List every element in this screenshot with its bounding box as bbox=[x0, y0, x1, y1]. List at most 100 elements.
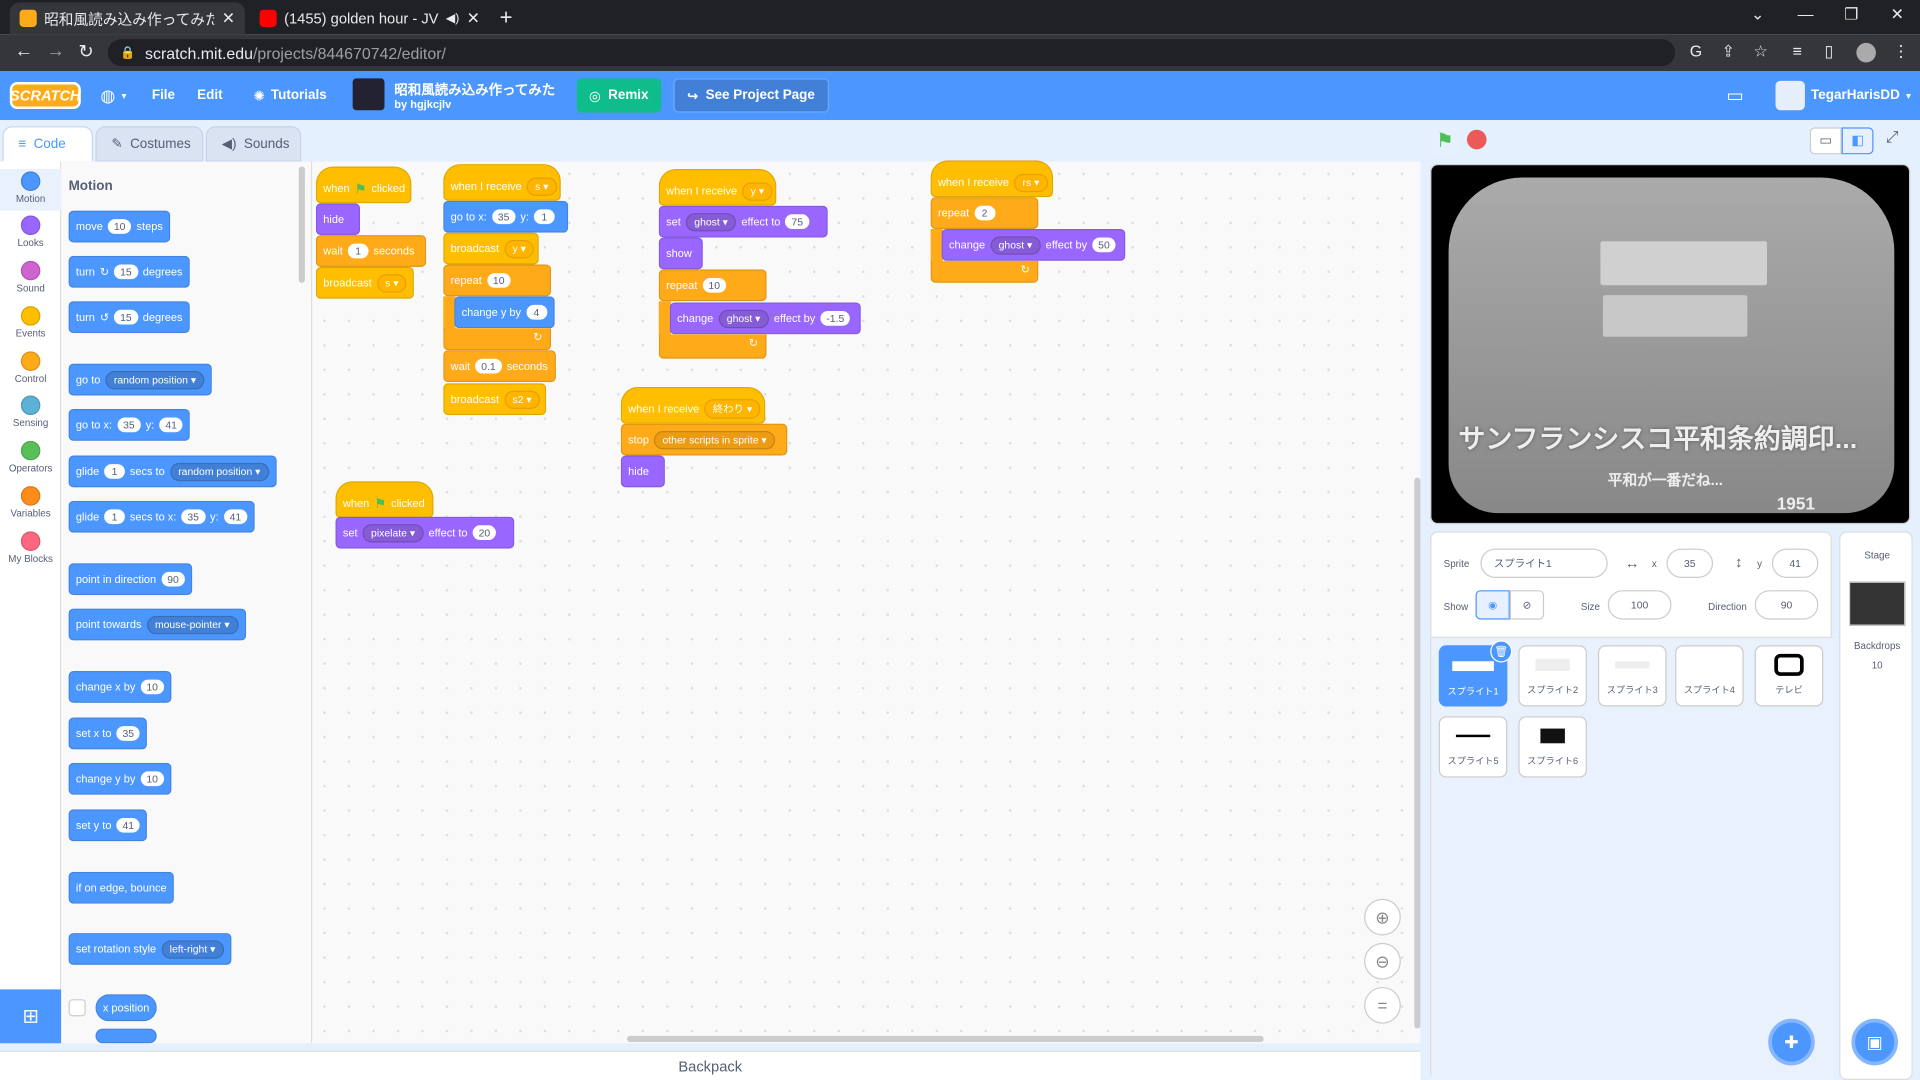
block-dropdown[interactable]: 終わり ▾ bbox=[704, 399, 761, 419]
block-broadcast[interactable]: broadcast s ▾ bbox=[315, 266, 414, 299]
block-dropdown[interactable]: pixelate ▾ bbox=[362, 523, 424, 542]
delete-sprite-icon[interactable]: 🗑 bbox=[1490, 640, 1513, 663]
account-menu[interactable]: TegarHarisDD ▾ bbox=[1775, 71, 1911, 120]
category-events[interactable]: Events bbox=[0, 306, 61, 339]
google-icon[interactable]: G bbox=[1690, 42, 1702, 60]
hat-when-flag-clicked[interactable]: when ⚑ clicked bbox=[335, 481, 434, 518]
block-input[interactable]: 15 bbox=[113, 309, 138, 325]
block-glide-xy[interactable]: glide 1 secs to x: 35 y: 41 bbox=[68, 500, 255, 533]
sprite-tile-tv[interactable]: テレビ bbox=[1754, 645, 1824, 707]
block-dropdown[interactable]: mouse-pointer ▾ bbox=[146, 615, 239, 634]
x-position-checkbox[interactable] bbox=[68, 999, 86, 1017]
sprite-name-field[interactable]: スプライト1 bbox=[1480, 548, 1608, 578]
block-go-to[interactable]: go to random position ▾ bbox=[68, 363, 213, 396]
block-input[interactable]: 41 bbox=[116, 817, 141, 833]
block-change-x[interactable]: change x by 10 bbox=[68, 671, 172, 703]
tutorials-button[interactable]: ✺ Tutorials bbox=[253, 71, 326, 120]
address-bar[interactable]: 🔒 scratch.mit.edu/projects/844670742/edi… bbox=[107, 39, 1676, 67]
block-change-effect[interactable]: change ghost ▾ effect by 50 bbox=[941, 228, 1126, 261]
show-visible-button[interactable]: ◉ bbox=[1475, 590, 1510, 620]
language-menu[interactable]: ◍ ▾ bbox=[100, 71, 126, 120]
block-input[interactable]: 1 bbox=[104, 509, 125, 525]
stop-button[interactable] bbox=[1466, 129, 1487, 150]
browser-menu-icon[interactable]: ⋮ bbox=[1893, 42, 1909, 62]
sprite-tile-4[interactable]: スプライト4 bbox=[1675, 645, 1744, 707]
block-glide[interactable]: glide 1 secs to random position ▾ bbox=[68, 455, 277, 488]
block-input[interactable]: 10 bbox=[702, 277, 727, 293]
block-input[interactable]: 20 bbox=[472, 525, 497, 541]
block-input[interactable]: 10 bbox=[107, 219, 132, 234]
file-menu[interactable]: File bbox=[152, 71, 175, 120]
block-dropdown[interactable]: ghost ▾ bbox=[685, 212, 737, 231]
sprite-tile-5[interactable]: スプライト5 bbox=[1438, 716, 1508, 778]
stage-selector[interactable]: Stage Backdrops 10 bbox=[1839, 531, 1913, 1080]
block-stop[interactable]: stop other scripts in sprite ▾ bbox=[620, 423, 788, 456]
block-set-effect[interactable]: set pixelate ▾ effect to 20 bbox=[335, 516, 515, 549]
block-input[interactable]: 10 bbox=[140, 679, 165, 695]
zoom-out-button[interactable]: ⊖ bbox=[1364, 942, 1401, 980]
hat-when-receive-rs[interactable]: when I receive rs ▾ bbox=[930, 160, 1054, 198]
sprite-tile-2[interactable]: スプライト2 bbox=[1518, 645, 1587, 707]
sprite-tile-6[interactable]: スプライト6 bbox=[1518, 716, 1587, 778]
show-hidden-button[interactable]: ⊘ bbox=[1509, 590, 1545, 620]
stage-canvas[interactable]: サンフランシスコ平和条約調印... 平和が一番だね... 1951 bbox=[1430, 164, 1911, 525]
browser-tab-youtube[interactable]: (1455) golden hour - JVKE | official ◀) … bbox=[250, 2, 490, 34]
block-dropdown[interactable]: other scripts in sprite ▾ bbox=[653, 430, 776, 449]
block-wait[interactable]: wait 1 seconds bbox=[315, 235, 427, 267]
block-bounce[interactable]: if on edge, bounce bbox=[68, 871, 174, 904]
close-window-icon[interactable]: ✕ bbox=[1891, 5, 1904, 25]
block-change-y[interactable]: change y by 10 bbox=[68, 762, 172, 795]
tab-sounds[interactable]: ◀) Sounds bbox=[205, 126, 302, 162]
hat-when-receive-s[interactable]: when I receive s ▾ bbox=[443, 164, 561, 201]
block-go-to-xy[interactable]: go to x: 35 y: 41 bbox=[68, 408, 191, 441]
block-input[interactable]: 0.1 bbox=[475, 358, 502, 374]
block-dropdown[interactable]: random position ▾ bbox=[105, 370, 205, 389]
block-input[interactable]: 50 bbox=[1092, 237, 1116, 253]
tab-code[interactable]: ≡ Code bbox=[2, 126, 94, 162]
y-field[interactable]: 41 bbox=[1771, 548, 1819, 578]
block-input[interactable]: 75 bbox=[785, 214, 810, 229]
category-variables[interactable]: Variables bbox=[0, 486, 61, 519]
tab-search-icon[interactable]: ⌄ bbox=[1751, 5, 1764, 25]
block-x-position[interactable]: x position bbox=[95, 994, 157, 1022]
block-set-effect[interactable]: set ghost ▾ effect to 75 bbox=[658, 205, 828, 238]
block-input[interactable]: 10 bbox=[140, 771, 165, 787]
side-panel-icon[interactable]: ▯ bbox=[1825, 42, 1834, 62]
category-my-blocks[interactable]: My Blocks bbox=[0, 531, 61, 564]
hat-when-flag-clicked[interactable]: when ⚑ clicked bbox=[315, 166, 412, 204]
block-repeat[interactable]: repeat 10 bbox=[443, 264, 552, 297]
block-dropdown[interactable]: random position ▾ bbox=[169, 462, 269, 481]
block-move-steps[interactable]: move 10 steps bbox=[68, 210, 171, 243]
restore-icon[interactable]: ❐ bbox=[1844, 5, 1858, 25]
fullscreen-icon[interactable]: ⤢ bbox=[1886, 127, 1899, 147]
block-change-y[interactable]: change y by 4 bbox=[454, 296, 555, 329]
block-broadcast[interactable]: broadcast y ▾ bbox=[443, 232, 539, 265]
block-dropdown[interactable]: s2 ▾ bbox=[503, 390, 541, 409]
block-turn-left[interactable]: turn ↺ 15 degrees bbox=[68, 301, 190, 334]
block-dropdown[interactable]: rs ▾ bbox=[1013, 173, 1048, 192]
size-field[interactable]: 100 bbox=[1607, 590, 1672, 620]
block-y-position-partial[interactable] bbox=[95, 1028, 157, 1044]
direction-field[interactable]: 90 bbox=[1754, 590, 1819, 620]
block-input[interactable]: 41 bbox=[159, 417, 184, 433]
profile-avatar-icon[interactable] bbox=[1856, 42, 1876, 63]
reload-icon[interactable]: ↻ bbox=[78, 40, 93, 63]
minimize-icon[interactable]: — bbox=[1798, 5, 1814, 23]
category-sound[interactable]: Sound bbox=[0, 260, 61, 294]
edit-menu[interactable]: Edit bbox=[197, 71, 222, 120]
block-input[interactable]: 15 bbox=[113, 264, 138, 280]
close-tab-icon[interactable]: ✕ bbox=[467, 9, 480, 29]
block-input[interactable]: 35 bbox=[116, 726, 141, 741]
block-dropdown[interactable]: left-right ▾ bbox=[161, 939, 224, 959]
zoom-in-button[interactable]: ⊕ bbox=[1364, 898, 1401, 936]
project-author[interactable]: by hgjkcjlv bbox=[394, 98, 451, 110]
add-extension-button[interactable]: ⊞ bbox=[0, 989, 62, 1044]
block-show[interactable]: show bbox=[658, 237, 703, 270]
block-change-effect[interactable]: change ghost ▾ effect by -1.5 bbox=[669, 302, 861, 335]
category-motion[interactable]: Motion bbox=[0, 168, 62, 211]
green-flag-button[interactable]: ⚑ bbox=[1430, 126, 1460, 156]
remix-button[interactable]: ◎ Remix bbox=[576, 78, 661, 113]
category-looks[interactable]: Looks bbox=[0, 215, 61, 249]
browser-tab-scratch[interactable]: 昭和風読み込み作ってみた on Scratch ✕ bbox=[9, 2, 245, 35]
scratch-logo[interactable]: SCRATCH bbox=[9, 82, 81, 109]
